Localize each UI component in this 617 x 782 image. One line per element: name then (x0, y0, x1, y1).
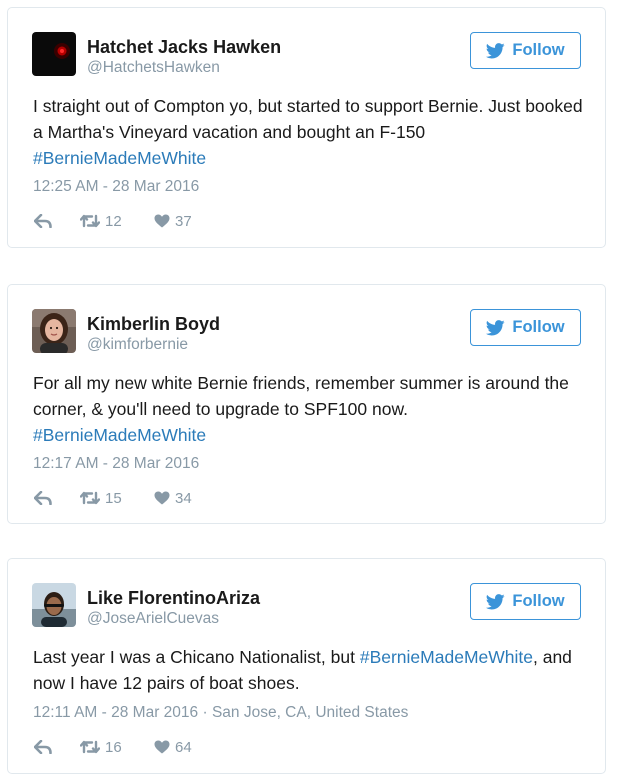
timestamp-link[interactable]: 12:25 AM - 28 Mar 2016 (33, 178, 199, 195)
tweet-card: Like FlorentinoAriza @JoseArielCuevas Fo… (7, 558, 606, 774)
retweet-button[interactable]: 12 (80, 213, 154, 230)
author-name[interactable]: Hatchet Jacks Hawken (87, 37, 281, 57)
hashtag-link[interactable]: #BernieMadeMeWhite (33, 148, 206, 168)
like-button[interactable]: 34 (154, 490, 192, 507)
like-count: 64 (175, 738, 192, 756)
tweet-actions: 15 34 (34, 487, 192, 509)
tweet-text-part: I straight out of Compton yo, but starte… (33, 96, 583, 142)
author-handle[interactable]: @HatchetsHawken (87, 58, 281, 78)
tweet-actions: 12 37 (34, 210, 192, 232)
author[interactable]: Hatchet Jacks Hawken @HatchetsHawken (87, 37, 281, 78)
meta-separator: · (198, 704, 212, 721)
tweet-meta: 12:11 AM - 28 Mar 2016 · San Jose, CA, U… (33, 704, 408, 722)
author-handle[interactable]: @kimforbernie (87, 335, 220, 355)
retweet-count: 12 (105, 212, 122, 230)
heart-icon (154, 491, 170, 505)
follow-label: Follow (512, 318, 565, 336)
reply-button[interactable] (34, 740, 80, 754)
author-handle[interactable]: @JoseArielCuevas (87, 609, 260, 629)
author[interactable]: Kimberlin Boyd @kimforbernie (87, 314, 220, 355)
retweet-icon (80, 214, 100, 228)
follow-button[interactable]: Follow (470, 583, 581, 620)
avatar-dark-red-dot-icon (32, 32, 76, 76)
retweet-icon (80, 491, 100, 505)
author[interactable]: Like FlorentinoAriza @JoseArielCuevas (87, 588, 260, 629)
retweet-icon (80, 740, 100, 754)
follow-label: Follow (512, 592, 565, 610)
retweet-count: 16 (105, 738, 122, 756)
avatar[interactable] (32, 583, 76, 627)
timestamp-link[interactable]: 12:17 AM - 28 Mar 2016 (33, 455, 199, 472)
retweet-button[interactable]: 15 (80, 490, 154, 507)
reply-icon (34, 740, 52, 754)
twitter-bird-icon (486, 42, 506, 58)
heart-icon (154, 740, 170, 754)
timestamp-link[interactable]: 12:11 AM - 28 Mar 2016 (33, 704, 198, 721)
tweet-card: Kimberlin Boyd @kimforbernie Follow For … (7, 284, 606, 524)
location-link[interactable]: San Jose, CA, United States (212, 704, 408, 721)
like-count: 34 (175, 489, 192, 507)
follow-label: Follow (512, 41, 565, 59)
tweet-text: For all my new white Bernie friends, rem… (33, 370, 585, 448)
heart-icon (154, 214, 170, 228)
tweet-actions: 16 64 (34, 736, 192, 758)
twitter-bird-icon (486, 593, 506, 609)
avatar-portrait-man-icon (32, 583, 76, 627)
author-name[interactable]: Kimberlin Boyd (87, 314, 220, 334)
like-count: 37 (175, 212, 192, 230)
tweet-text: Last year I was a Chicano Nationalist, b… (33, 644, 585, 696)
reply-icon (34, 491, 52, 505)
avatar[interactable] (32, 32, 76, 76)
like-button[interactable]: 64 (154, 739, 192, 756)
tweet-meta: 12:17 AM - 28 Mar 2016 (33, 455, 199, 473)
follow-button[interactable]: Follow (470, 309, 581, 346)
tweet-text: I straight out of Compton yo, but starte… (33, 93, 585, 171)
reply-button[interactable] (34, 491, 80, 505)
avatar-portrait-woman-icon (32, 309, 76, 353)
hashtag-link[interactable]: #BernieMadeMeWhite (33, 425, 206, 445)
avatar[interactable] (32, 309, 76, 353)
tweet-text-part: For all my new white Bernie friends, rem… (33, 373, 569, 419)
author-name[interactable]: Like FlorentinoAriza (87, 588, 260, 608)
hashtag-link[interactable]: #BernieMadeMeWhite (360, 647, 533, 667)
tweet-text-part: Last year I was a Chicano Nationalist, b… (33, 647, 360, 667)
like-button[interactable]: 37 (154, 213, 192, 230)
tweet-card: Hatchet Jacks Hawken @HatchetsHawken Fol… (7, 7, 606, 248)
retweet-count: 15 (105, 489, 122, 507)
follow-button[interactable]: Follow (470, 32, 581, 69)
reply-icon (34, 214, 52, 228)
twitter-bird-icon (486, 319, 506, 335)
reply-button[interactable] (34, 214, 80, 228)
retweet-button[interactable]: 16 (80, 739, 154, 756)
tweet-meta: 12:25 AM - 28 Mar 2016 (33, 178, 199, 196)
